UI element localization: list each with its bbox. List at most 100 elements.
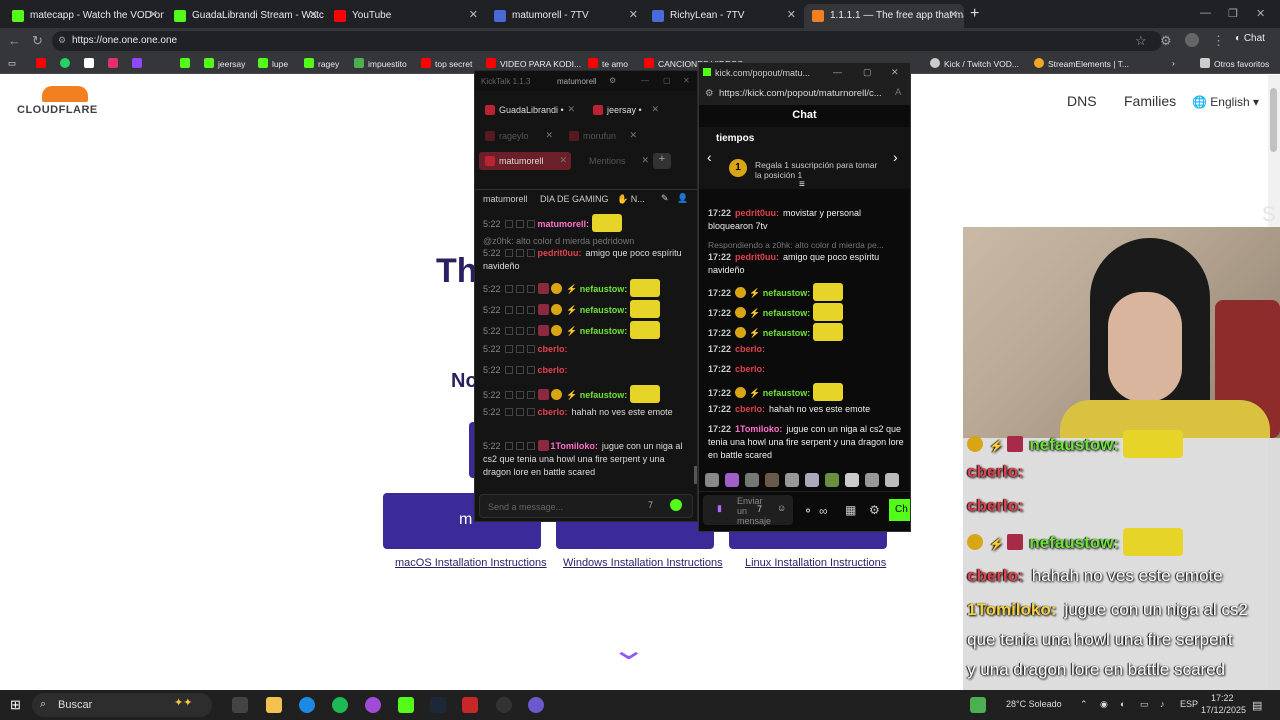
- username[interactable]: cberlo:: [538, 344, 568, 354]
- kt-tab-guadalibrandi[interactable]: GuadaLibrandi • ✕: [479, 101, 579, 119]
- edge-icon[interactable]: [299, 697, 315, 713]
- tray-overflow-icon[interactable]: ⌃: [1080, 699, 1088, 710]
- username[interactable]: nefaustow:: [580, 284, 628, 294]
- emote-icon[interactable]: [705, 473, 719, 487]
- mod-action-icon[interactable]: [526, 249, 535, 257]
- mod-action-icon[interactable]: [515, 442, 524, 450]
- emote-icon[interactable]: [805, 473, 819, 487]
- scroll-down-chevron-icon[interactable]: ⌄: [610, 633, 648, 666]
- username[interactable]: pedrit0uu:: [735, 208, 779, 218]
- mod-action-icon[interactable]: [515, 306, 524, 314]
- emote-icon[interactable]: [785, 473, 799, 487]
- video-app-icon[interactable]: [462, 697, 478, 713]
- mod-action-icon[interactable]: [504, 285, 513, 293]
- close-icon[interactable]: ✕: [567, 104, 575, 115]
- menu-icon[interactable]: ⋮: [1212, 33, 1225, 49]
- task-view-icon[interactable]: [232, 697, 248, 713]
- tray-app-icon[interactable]: ◉: [1100, 699, 1108, 710]
- spotify-icon[interactable]: [332, 697, 348, 713]
- mod-action-icon[interactable]: [515, 249, 524, 257]
- language-select[interactable]: 🌐 English ▾: [1192, 95, 1259, 109]
- app-c-icon[interactable]: [365, 697, 381, 713]
- tab-matumorell-7tv[interactable]: matumorell - 7TV ✕: [486, 4, 644, 28]
- mod-action-icon[interactable]: [504, 306, 513, 314]
- kt-tab-mentions[interactable]: Mentions ✕: [583, 152, 653, 170]
- read-aloud-icon[interactable]: A: [895, 87, 901, 98]
- emote-icon[interactable]: [825, 473, 839, 487]
- kick-popout-titlebar[interactable]: kick.com/popout/matu... — ▢ ✕: [699, 63, 910, 83]
- maximize-icon[interactable]: ▢: [663, 76, 671, 85]
- bookmark-whatsapp[interactable]: [60, 58, 74, 69]
- bookmark-video-kodi[interactable]: VIDEO PARA KODI...: [486, 58, 581, 69]
- obs-icon[interactable]: [496, 697, 512, 713]
- kt-tab-morufun[interactable]: morufun ✕: [563, 127, 641, 145]
- 7tv-emote-icon[interactable]: 7: [648, 500, 653, 510]
- bookmark-kick-twitch-vod[interactable]: Kick / Twitch VOD...: [930, 58, 1019, 69]
- minimize-icon[interactable]: —: [641, 76, 649, 85]
- infinity-icon[interactable]: ∞: [819, 504, 828, 518]
- bookmark-x[interactable]: [84, 58, 98, 69]
- back-icon[interactable]: ←: [8, 33, 21, 48]
- close-icon[interactable]: ✕: [683, 76, 690, 85]
- close-icon[interactable]: ✕: [309, 8, 318, 21]
- chevron-left-icon[interactable]: ‹: [707, 149, 712, 165]
- mod-action-icon[interactable]: [526, 345, 535, 353]
- kick-icon[interactable]: [398, 697, 414, 713]
- kt-scrollbar[interactable]: [694, 466, 697, 484]
- mod-action-icon[interactable]: [504, 408, 513, 416]
- close-icon[interactable]: ✕: [149, 8, 158, 21]
- mod-action-icon[interactable]: [515, 366, 524, 374]
- tab-1111[interactable]: 1.1.1.1 — The free app that makes ✕: [804, 4, 964, 28]
- kt-tab-matumorell[interactable]: matumorell ✕: [479, 152, 571, 170]
- username[interactable]: nefaustow:: [580, 305, 628, 315]
- nav-families[interactable]: Families: [1124, 93, 1176, 109]
- mod-action-icon[interactable]: [515, 327, 524, 335]
- username[interactable]: cberlo:: [538, 365, 568, 375]
- kt-message-input[interactable]: Send a message... 7: [479, 494, 693, 518]
- close-icon[interactable]: ✕: [545, 130, 553, 141]
- username[interactable]: nefaustow:: [763, 328, 811, 338]
- mod-action-icon[interactable]: [526, 366, 535, 374]
- tab-richylean-7tv[interactable]: RichyLean - 7TV ✕: [644, 4, 802, 28]
- mod-action-icon[interactable]: [515, 220, 524, 228]
- minimize-icon[interactable]: —: [1200, 7, 1211, 19]
- page-scrollbar-thumb[interactable]: [1270, 88, 1277, 152]
- kick-popout-url[interactable]: ⚙ https://kick.com/popout/maturnorell/c.…: [699, 83, 910, 105]
- chevron-right-icon[interactable]: ›: [893, 149, 898, 165]
- reload-icon[interactable]: ↻: [32, 33, 43, 49]
- mod-action-icon[interactable]: [515, 391, 524, 399]
- bookmark-top-secret[interactable]: top secret: [421, 58, 472, 69]
- bookmark-otros-favoritos[interactable]: Otros favoritos: [1200, 58, 1269, 69]
- username[interactable]: cberlo:: [735, 364, 765, 374]
- mod-action-icon[interactable]: [504, 220, 513, 228]
- username[interactable]: matumorell:: [538, 219, 590, 229]
- close-icon[interactable]: ✕: [787, 8, 796, 21]
- close-icon[interactable]: ✕: [469, 8, 478, 21]
- kick-message-input[interactable]: ▮ Enviar un mensaje 7 ☺: [703, 495, 793, 526]
- new-tab-button[interactable]: +: [970, 5, 979, 23]
- settings-icon[interactable]: ⚙: [869, 503, 880, 517]
- kick-emote-icon[interactable]: [670, 499, 682, 511]
- bookmark-lupe[interactable]: lupe: [258, 58, 288, 69]
- clock-time[interactable]: 17:22: [1211, 693, 1234, 703]
- tab-guadalibrandi[interactable]: GuadaLibrandi Stream - Watc ✕: [166, 4, 324, 28]
- kt-tab-rageylo[interactable]: rageylo ✕: [479, 127, 557, 145]
- close-icon[interactable]: ✕: [629, 130, 637, 141]
- bookmark-te-amo[interactable]: te amo: [588, 58, 628, 69]
- gift-sub-icon[interactable]: ⚬: [803, 504, 813, 518]
- bookmark-twitch[interactable]: [132, 58, 146, 69]
- banner-expand-icon[interactable]: ≡: [799, 179, 805, 190]
- emote-icon[interactable]: [885, 473, 899, 487]
- mod-action-icon[interactable]: [526, 220, 535, 228]
- close-icon[interactable]: ✕: [559, 155, 567, 166]
- bookmark-kick[interactable]: [180, 58, 194, 69]
- mod-action-icon[interactable]: [504, 249, 513, 257]
- mod-action-icon[interactable]: [526, 327, 535, 335]
- close-icon[interactable]: ✕: [651, 104, 659, 115]
- maximize-icon[interactable]: ❐: [1228, 7, 1238, 20]
- apps-icon[interactable]: ▭: [8, 58, 16, 69]
- tab-youtube[interactable]: YouTube ✕: [326, 4, 484, 28]
- taskbar-search[interactable]: ⌕ Buscar ✦✦: [32, 693, 212, 717]
- username[interactable]: nefaustow:: [580, 390, 628, 400]
- cloudflare-logo[interactable]: CLOUDFLARE: [17, 104, 98, 116]
